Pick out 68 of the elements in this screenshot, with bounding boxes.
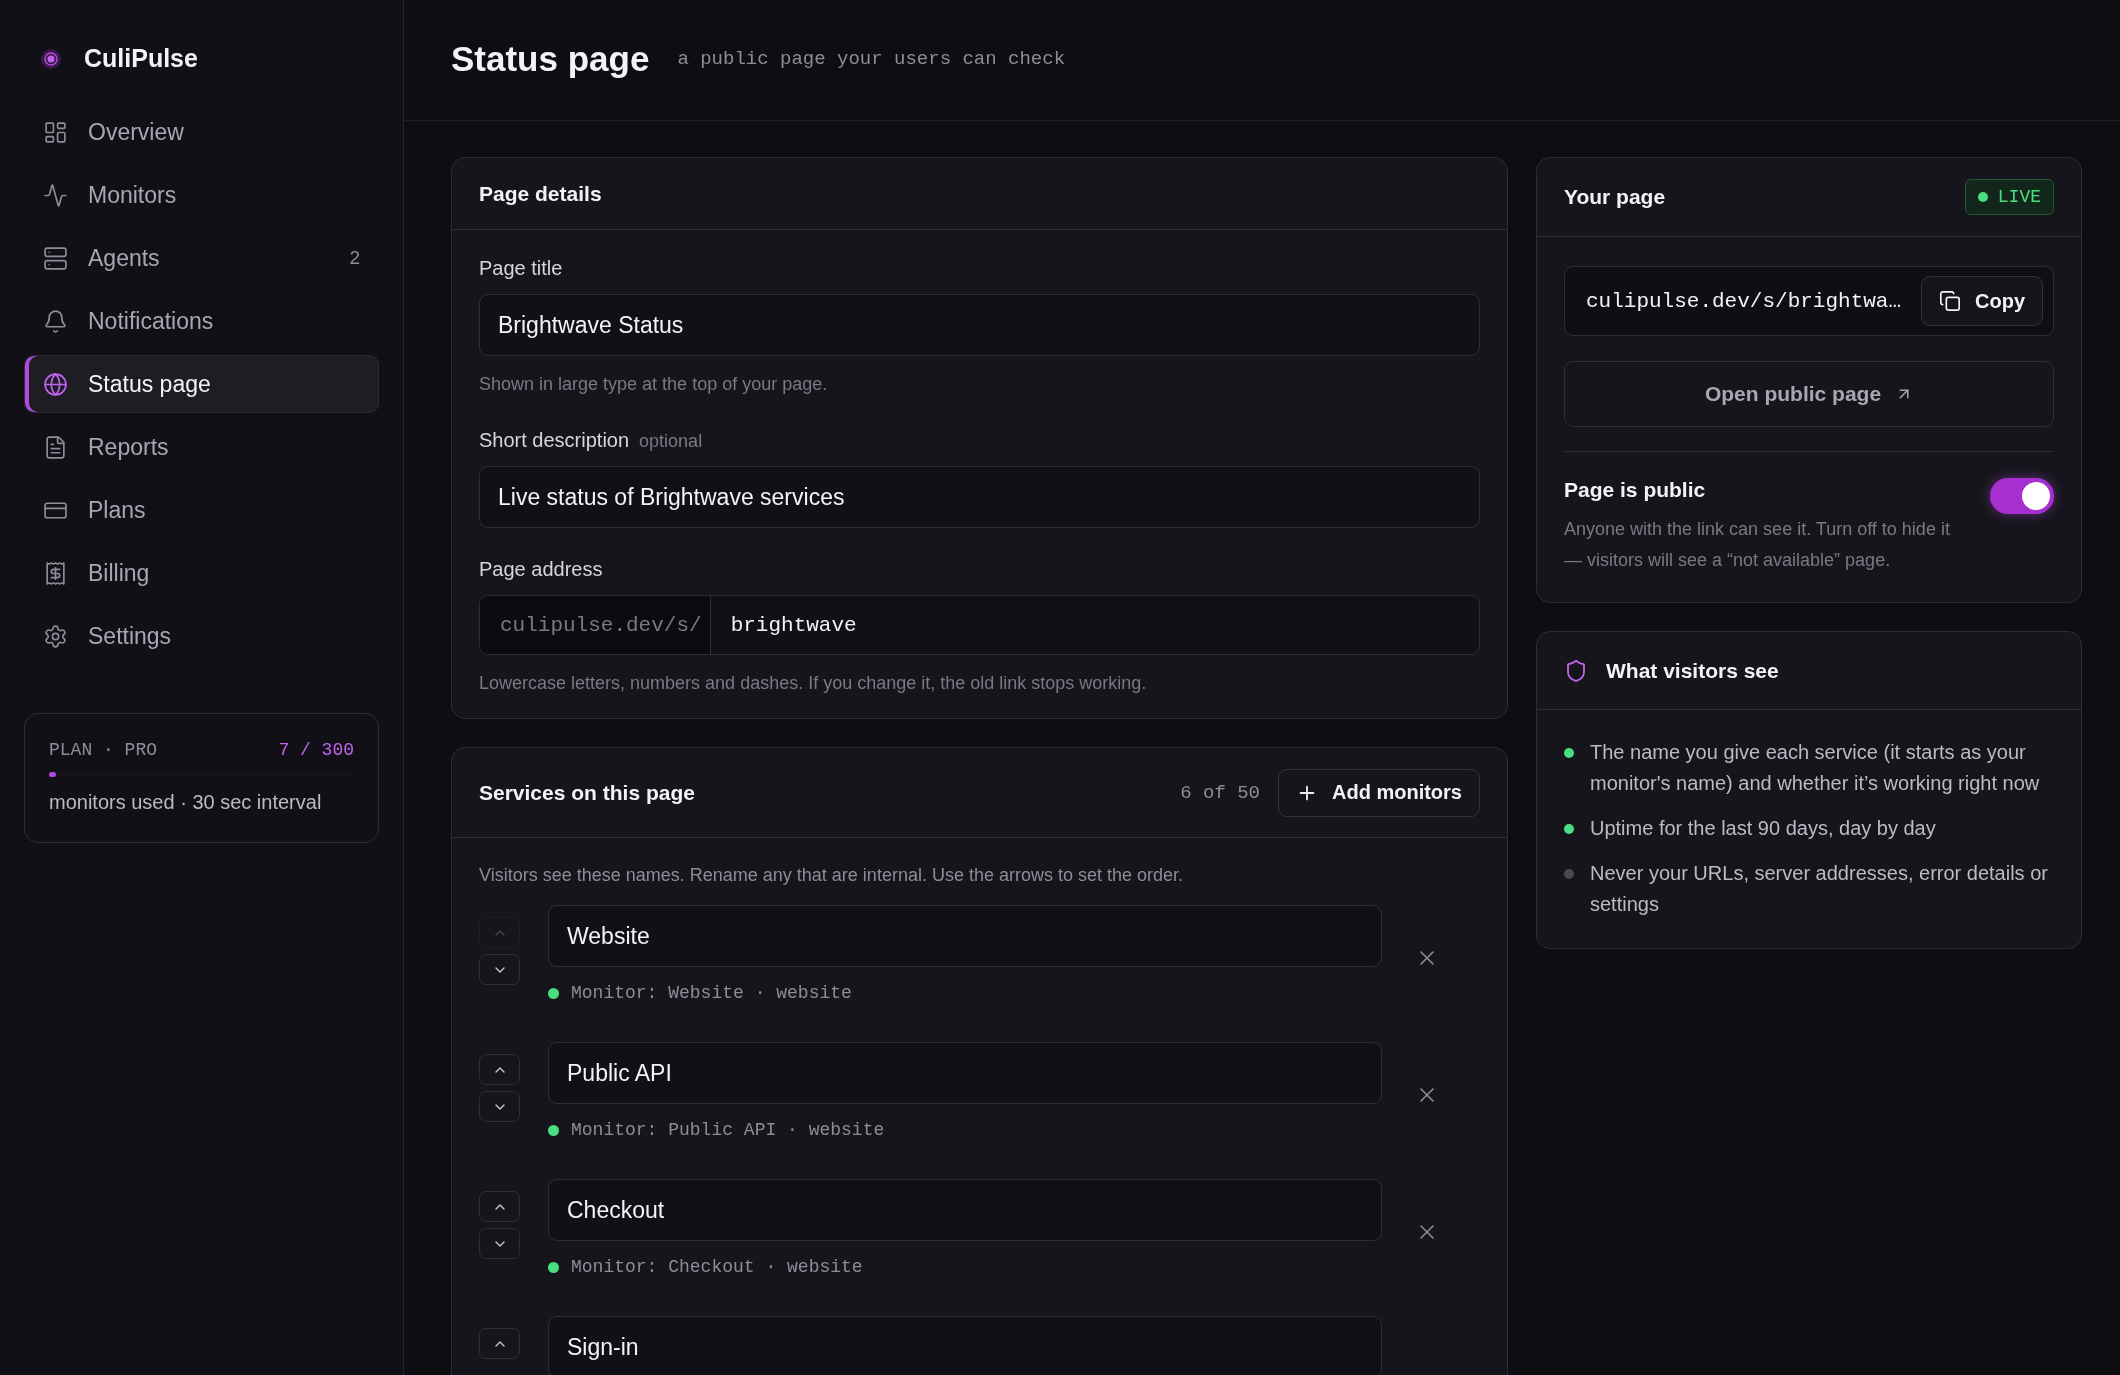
move-down-button[interactable] <box>479 1228 520 1259</box>
field-label: Page address <box>479 558 603 581</box>
monitor-info: Monitor: Checkout · website <box>571 1257 863 1277</box>
toggle-label: Page is public <box>1564 478 1707 502</box>
dashboard-icon <box>43 119 68 145</box>
move-up-button[interactable] <box>479 1328 520 1359</box>
nav-item[interactable]: Settings <box>24 607 379 665</box>
visitor-info: Never your URLs, server addresses, error details or settings <box>1590 861 2049 917</box>
visitor-info: The name you give each service (it starts as your monitor's name) and whether it’s working right now <box>1590 740 2041 796</box>
receipt-icon <box>43 560 68 586</box>
toggle-description: Anyone with the link can see it. Turn off to hide it — visitors will see a “not available” page. <box>1564 518 1951 572</box>
open-page-button[interactable]: Open public page <box>1564 361 2054 427</box>
address-prefix: culipulse.dev/s/ <box>480 596 711 654</box>
move-down-button[interactable] <box>479 954 520 985</box>
field-hint: Shown in large type at the top of your page. <box>479 374 829 395</box>
pulse-icon <box>43 182 68 208</box>
move-up-button[interactable] <box>479 1054 520 1085</box>
bell-icon <box>43 308 68 334</box>
optional-tag: optional <box>639 431 703 452</box>
monitor-info: Monitor: Public API · website <box>571 1120 885 1140</box>
logo-icon <box>40 47 62 70</box>
description-field[interactable]: Live status of Brightwave services <box>479 466 1480 528</box>
public-toggle[interactable] <box>1990 478 2054 514</box>
server-icon <box>43 245 68 271</box>
move-up-button[interactable] <box>479 1191 520 1222</box>
card-title: Your page <box>1564 185 1667 209</box>
slug-field[interactable]: brightwave <box>710 596 1479 654</box>
service-name-field[interactable]: Sign-in <box>548 1316 1382 1375</box>
card-title: What visitors see <box>1606 658 1780 683</box>
service-name-field[interactable]: Checkout <box>548 1179 1382 1241</box>
plan-label: PLAN · PRO <box>49 740 158 760</box>
live-badge: LIVE <box>1964 179 2054 215</box>
nav-item[interactable]: Billing <box>24 544 379 602</box>
nav-item[interactable]: Overview <box>24 103 379 161</box>
title-field[interactable]: Brightwave Status <box>479 294 1480 356</box>
settings-icon <box>43 623 68 649</box>
nav-item[interactable]: Reports <box>24 418 379 476</box>
page-url: culipulse.dev/s/brightwa… <box>1586 289 1903 313</box>
shield-icon <box>1564 658 1588 683</box>
service-name-field[interactable]: Website <box>548 905 1382 967</box>
visitor-info: Uptime for the last 90 days, day by day <box>1590 816 1936 841</box>
usage-caption: monitors used · 30 sec interval <box>49 791 323 814</box>
address-field[interactable]: culipulse.dev/s/ brightwave <box>479 595 1480 655</box>
monitor-info: Monitor: Website · website <box>571 983 852 1003</box>
page-title: Status page <box>451 39 650 79</box>
page-subtitle: a public page your users can check <box>677 48 1066 70</box>
field-label: Page title <box>479 257 563 280</box>
move-down-button[interactable] <box>479 1091 520 1122</box>
copy-icon <box>1939 290 1961 312</box>
usage-count: 7 / 300 <box>278 740 354 760</box>
field-hint: Lowercase letters, numbers and dashes. If you change it, the old link stops working. <box>479 673 1148 694</box>
copy-button[interactable]: Copy <box>1921 276 2043 326</box>
add-monitors-button[interactable]: Add monitors <box>1278 768 1480 817</box>
nav-item[interactable]: Monitors <box>24 166 379 224</box>
card-title: Services on this page <box>479 780 696 805</box>
nav-item[interactable]: Status page <box>24 355 379 413</box>
document-icon <box>43 434 68 460</box>
agent-count: 2 <box>349 247 360 269</box>
field-label: Short description <box>479 429 630 452</box>
brand-name: CuliPulse <box>84 44 198 73</box>
services-description: Visitors see these names. Rename any that are internal. Use the arrows to set the order. <box>479 865 1185 886</box>
nav-item[interactable]: Plans <box>24 481 379 539</box>
card-title: Page details <box>479 181 603 206</box>
service-count: 6 of 50 <box>1180 781 1260 804</box>
nav-item[interactable]: Notifications <box>24 292 379 350</box>
nav-item[interactable]: Agents 2 <box>24 229 379 287</box>
service-name-field[interactable]: Public API <box>548 1042 1382 1104</box>
globe-icon <box>43 371 68 397</box>
